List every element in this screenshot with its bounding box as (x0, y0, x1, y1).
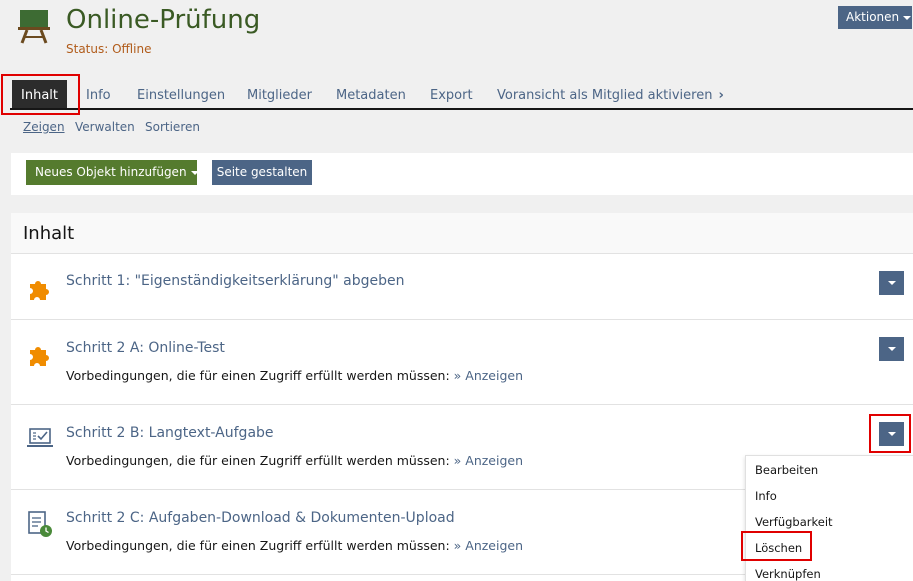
show-preconditions-link[interactable]: » Anzeigen (454, 453, 523, 468)
item-title-link[interactable]: Schritt 1: "Eigenständigkeitserklärung" … (66, 273, 405, 289)
tab-einstellungen[interactable]: Einstellungen (137, 80, 225, 108)
item-actions-menu: Bearbeiten Info Verfügbarkeit Löschen Ve… (745, 455, 913, 581)
item-title-link[interactable]: Schritt 2 B: Langtext-Aufgabe (66, 425, 274, 441)
actions-button[interactable]: Aktionen (838, 6, 912, 29)
add-object-label: Neues Objekt hinzufügen (35, 165, 187, 179)
item-actions-button[interactable] (879, 271, 904, 295)
show-preconditions-link[interactable]: » Anzeigen (454, 368, 523, 383)
preconditions-text: Vorbedingungen, die für einen Zugriff er… (66, 368, 523, 383)
tab-bar: Inhalt Info Einstellungen Mitglieder Met… (10, 80, 913, 110)
menu-item-loeschen[interactable]: Löschen (755, 541, 802, 555)
caret-down-icon (190, 170, 199, 175)
panel-title: Inhalt (23, 223, 75, 244)
show-preconditions-link[interactable]: » Anzeigen (454, 538, 523, 553)
toolbar: Neues Objekt hinzufügen Seite gestalten (11, 153, 913, 195)
item-title-link[interactable]: Schritt 2 C: Aufgaben-Download & Dokumen… (66, 510, 455, 526)
subtab-verwalten[interactable]: Verwalten (75, 120, 135, 134)
item-actions-button[interactable] (879, 337, 904, 361)
laptop-check-icon (27, 428, 53, 447)
chevron-right-icon[interactable]: › (718, 80, 723, 112)
list-item: Schritt 1: "Eigenständigkeitserklärung" … (11, 253, 913, 319)
subtab-zeigen[interactable]: Zeigen (23, 120, 65, 134)
subtab-sortieren[interactable]: Sortieren (145, 120, 200, 134)
preconditions-text: Vorbedingungen, die für einen Zugriff er… (66, 453, 523, 468)
tab-info[interactable]: Info (86, 80, 111, 108)
tab-voransicht[interactable]: Voransicht als Mitglied aktivieren › (497, 80, 724, 108)
caret-down-icon (888, 432, 896, 436)
preconditions-text: Vorbedingungen, die für einen Zugriff er… (66, 538, 523, 553)
tab-voransicht-label: Voransicht als Mitglied aktivieren (497, 88, 713, 103)
caret-down-icon (903, 15, 912, 20)
puzzle-icon (30, 281, 49, 300)
blackboard-icon (18, 10, 50, 44)
tab-export[interactable]: Export (430, 80, 473, 108)
document-clock-icon (28, 511, 52, 537)
caret-down-icon (888, 347, 896, 351)
menu-item-bearbeiten[interactable]: Bearbeiten (755, 463, 818, 477)
page-title: Online-Prüfung (66, 5, 261, 35)
menu-item-verknuepfen[interactable]: Verknüpfen (755, 567, 821, 581)
preconditions-label: Vorbedingungen, die für einen Zugriff er… (66, 538, 450, 553)
tab-inhalt[interactable]: Inhalt (12, 80, 67, 108)
status-text: Status: Offline (66, 42, 152, 56)
tab-mitglieder[interactable]: Mitglieder (247, 80, 312, 108)
item-actions-button[interactable] (879, 422, 904, 446)
item-title-link[interactable]: Schritt 2 A: Online-Test (66, 340, 225, 356)
menu-item-info[interactable]: Info (755, 489, 777, 503)
tab-metadaten[interactable]: Metadaten (336, 80, 406, 108)
list-item: Schritt 2 A: Online-Test Vorbedingungen,… (11, 319, 913, 404)
preconditions-label: Vorbedingungen, die für einen Zugriff er… (66, 368, 450, 383)
page-header: Online-Prüfung Status: Offline Aktionen (0, 0, 913, 70)
caret-down-icon (888, 281, 896, 285)
menu-item-verfuegbarkeit[interactable]: Verfügbarkeit (755, 515, 833, 529)
add-object-button[interactable]: Neues Objekt hinzufügen (26, 160, 199, 185)
panel-header: Inhalt (11, 213, 913, 253)
puzzle-icon (30, 347, 49, 366)
preconditions-label: Vorbedingungen, die für einen Zugriff er… (66, 453, 450, 468)
actions-label: Aktionen (846, 10, 900, 24)
design-page-button[interactable]: Seite gestalten (212, 160, 312, 185)
